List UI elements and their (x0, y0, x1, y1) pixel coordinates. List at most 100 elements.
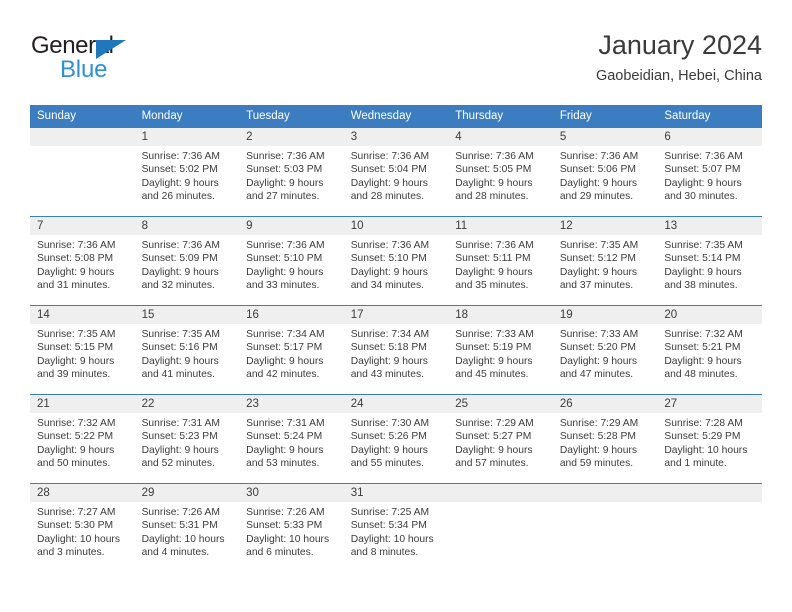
calendar-day-cell[interactable]: 17 Sunrise: 7:34 AM Sunset: 5:18 PM Dayligh… (343, 305, 449, 395)
calendar-day-cell[interactable]: 7 Sunrise: 7:36 AM Sunset: 5:08 PM Daylight… (30, 216, 135, 306)
calendar-day-cell[interactable]: 23 Sunrise: 7:31 AM Sunset: 5:24 PM Dayligh… (239, 394, 344, 484)
sunset-text: Sunset: 5:07 PM (664, 164, 741, 176)
calendar-day-cell[interactable]: 12 Sunrise: 7:35 AM Sunset: 5:12 PM Dayligh… (552, 216, 658, 306)
daylight-text: Daylight: 10 hours and 3 minutes. (37, 533, 120, 559)
sunset-text: Sunset: 5:17 PM (246, 342, 323, 354)
calendar-day-cell[interactable]: 27 Sunrise: 7:28 AM Sunset: 5:29 PM Dayligh… (657, 394, 762, 484)
daylight-text: Daylight: 10 hours and 4 minutes. (141, 533, 225, 559)
day-number: 12 (552, 217, 658, 235)
day-number: 18 (448, 306, 553, 324)
sunset-text: Sunset: 5:11 PM (455, 253, 531, 265)
sunrise-text: Sunrise: 7:30 AM (350, 418, 430, 429)
sunset-text: Sunset: 5:10 PM (350, 253, 427, 265)
calendar-week-row: 21 Sunrise: 7:32 AM Sunset: 5:22 PM Dayligh… (30, 394, 762, 484)
daylight-text: Daylight: 9 hours and 34 minutes. (350, 266, 428, 292)
calendar-day-cell[interactable]: 26 Sunrise: 7:29 AM Sunset: 5:28 PM Dayligh… (552, 394, 658, 484)
weekday-header-sunday: Sunday (30, 105, 135, 128)
day-number: 8 (134, 217, 240, 235)
calendar-day-cell[interactable]: 4 Sunrise: 7:36 AM Sunset: 5:05 PM Daylight… (448, 127, 553, 217)
sunrise-text: Sunrise: 7:33 AM (455, 329, 534, 340)
calendar-day-cell[interactable]: 20 Sunrise: 7:32 AM Sunset: 5:21 PM Dayligh… (657, 305, 762, 395)
calendar-day-cell[interactable]: 30 Sunrise: 7:26 AM Sunset: 5:33 PM Dayligh… (239, 483, 344, 573)
daylight-text: Daylight: 9 hours and 57 minutes. (455, 444, 533, 470)
sunrise-text: Sunrise: 7:35 AM (664, 240, 743, 251)
day-number (552, 484, 658, 502)
day-number: 3 (343, 128, 449, 146)
calendar-day-cell[interactable]: 28 Sunrise: 7:27 AM Sunset: 5:30 PM Dayligh… (30, 483, 135, 573)
calendar-day-cell[interactable]: 11 Sunrise: 7:36 AM Sunset: 5:11 PM Dayligh… (448, 216, 553, 306)
day-sun-info: Sunrise: 7:34 AM Sunset: 5:17 PM Daylight:… (239, 324, 344, 382)
day-number: 1 (134, 128, 240, 146)
daylight-text: Daylight: 9 hours and 28 minutes. (350, 177, 428, 203)
daylight-text: Daylight: 10 hours and 8 minutes. (350, 533, 434, 559)
calendar-day-cell[interactable]: 24 Sunrise: 7:30 AM Sunset: 5:26 PM Dayligh… (343, 394, 449, 484)
sunrise-text: Sunrise: 7:34 AM (350, 329, 430, 340)
calendar-table: Sunday Monday Tuesday Wednesday Thursday Frid… (30, 105, 762, 573)
sunset-text: Sunset: 5:19 PM (455, 342, 532, 354)
daylight-text: Daylight: 9 hours and 30 minutes. (664, 177, 742, 203)
sunset-text: Sunset: 5:24 PM (246, 431, 323, 443)
calendar-day-cell[interactable]: 22 Sunrise: 7:31 AM Sunset: 5:23 PM Dayligh… (134, 394, 240, 484)
calendar-day-cell[interactable]: 25 Sunrise: 7:29 AM Sunset: 5:27 PM Dayligh… (448, 394, 553, 484)
sunrise-text: Sunrise: 7:35 AM (559, 240, 639, 251)
calendar-day-cell[interactable]: 14 Sunrise: 7:35 AM Sunset: 5:15 PM Dayligh… (30, 305, 135, 395)
sunrise-text: Sunrise: 7:36 AM (246, 240, 325, 251)
day-sun-info: Sunrise: 7:36 AM Sunset: 5:09 PM Daylight:… (135, 235, 240, 293)
calendar-day-cell[interactable]: 21 Sunrise: 7:32 AM Sunset: 5:22 PM Dayligh… (30, 394, 135, 484)
weekday-header-friday: Friday (552, 105, 658, 128)
calendar-day-cell[interactable]: 19 Sunrise: 7:33 AM Sunset: 5:20 PM Dayligh… (552, 305, 658, 395)
day-number: 21 (30, 395, 135, 413)
calendar-day-cell[interactable]: 2 Sunrise: 7:36 AM Sunset: 5:03 PM Daylight… (239, 127, 344, 217)
calendar-cell-empty (30, 127, 135, 217)
day-number (30, 128, 135, 146)
calendar-day-cell[interactable]: 13 Sunrise: 7:35 AM Sunset: 5:14 PM Dayligh… (657, 216, 762, 306)
calendar-day-cell[interactable]: 8 Sunrise: 7:36 AM Sunset: 5:09 PM Daylight… (134, 216, 240, 306)
calendar-day-cell[interactable]: 3 Sunrise: 7:36 AM Sunset: 5:04 PM Daylight… (343, 127, 449, 217)
day-number: 25 (448, 395, 553, 413)
logo-text-blue: Blue (60, 56, 108, 83)
sunset-text: Sunset: 5:02 PM (141, 164, 218, 176)
calendar-body: 1 Sunrise: 7:36 AM Sunset: 5:02 PM Daylight… (30, 127, 762, 573)
calendar-week-row: 1 Sunrise: 7:36 AM Sunset: 5:02 PM Daylight… (30, 127, 762, 217)
calendar-day-cell[interactable]: 9 Sunrise: 7:36 AM Sunset: 5:10 PM Daylight… (239, 216, 344, 306)
day-sun-info: Sunrise: 7:28 AM Sunset: 5:29 PM Daylight:… (657, 413, 762, 471)
calendar-day-cell[interactable]: 18 Sunrise: 7:33 AM Sunset: 5:19 PM Dayligh… (448, 305, 553, 395)
sunset-text: Sunset: 5:03 PM (246, 164, 323, 176)
day-number: 28 (30, 484, 135, 502)
day-sun-info: Sunrise: 7:35 AM Sunset: 5:14 PM Daylight:… (657, 235, 762, 293)
calendar-day-cell[interactable]: 29 Sunrise: 7:26 AM Sunset: 5:31 PM Dayligh… (134, 483, 240, 573)
daylight-text: Daylight: 9 hours and 32 minutes. (141, 266, 219, 292)
calendar-day-cell[interactable]: 6 Sunrise: 7:36 AM Sunset: 5:07 PM Daylight… (657, 127, 762, 217)
day-number: 22 (134, 395, 240, 413)
sunset-text: Sunset: 5:06 PM (559, 164, 636, 176)
day-sun-info: Sunrise: 7:25 AM Sunset: 5:34 PM Daylight:… (344, 502, 449, 560)
calendar-day-cell[interactable]: 15 Sunrise: 7:35 AM Sunset: 5:16 PM Dayligh… (134, 305, 240, 395)
general-blue-logo[interactable]: General Blue (30, 32, 160, 88)
calendar-week-row: 14 Sunrise: 7:35 AM Sunset: 5:15 PM Dayligh… (30, 305, 762, 395)
calendar-day-cell[interactable]: 10 Sunrise: 7:36 AM Sunset: 5:10 PM Dayligh… (343, 216, 449, 306)
day-number: 2 (239, 128, 344, 146)
daylight-text: Daylight: 9 hours and 55 minutes. (350, 444, 428, 470)
sunset-text: Sunset: 5:20 PM (559, 342, 636, 354)
calendar-day-cell[interactable]: 16 Sunrise: 7:34 AM Sunset: 5:17 PM Dayligh… (239, 305, 344, 395)
calendar-day-cell[interactable]: 1 Sunrise: 7:36 AM Sunset: 5:02 PM Daylight… (134, 127, 240, 217)
calendar-day-cell[interactable]: 31 Sunrise: 7:25 AM Sunset: 5:34 PM Dayligh… (343, 483, 449, 573)
page-title: January 2024 (598, 30, 762, 60)
sunrise-text: Sunrise: 7:35 AM (141, 329, 220, 340)
sunrise-text: Sunrise: 7:33 AM (559, 329, 639, 340)
sunset-text: Sunset: 5:29 PM (664, 431, 741, 443)
sunrise-text: Sunrise: 7:29 AM (455, 418, 534, 429)
sunset-text: Sunset: 5:09 PM (141, 253, 218, 265)
daylight-text: Daylight: 9 hours and 31 minutes. (37, 266, 115, 292)
sunset-text: Sunset: 5:04 PM (350, 164, 427, 176)
daylight-text: Daylight: 9 hours and 50 minutes. (37, 444, 115, 470)
calendar-cell-empty (657, 483, 762, 573)
sunrise-text: Sunrise: 7:36 AM (246, 151, 325, 162)
sunset-text: Sunset: 5:34 PM (350, 520, 427, 532)
day-sun-info: Sunrise: 7:26 AM Sunset: 5:33 PM Daylight:… (239, 502, 344, 560)
day-sun-info: Sunrise: 7:35 AM Sunset: 5:12 PM Daylight:… (553, 235, 658, 293)
day-number: 5 (552, 128, 658, 146)
sunrise-text: Sunrise: 7:36 AM (559, 151, 639, 162)
day-sun-info: Sunrise: 7:31 AM Sunset: 5:24 PM Daylight:… (239, 413, 344, 471)
calendar-day-cell[interactable]: 5 Sunrise: 7:36 AM Sunset: 5:06 PM Daylight… (552, 127, 658, 217)
